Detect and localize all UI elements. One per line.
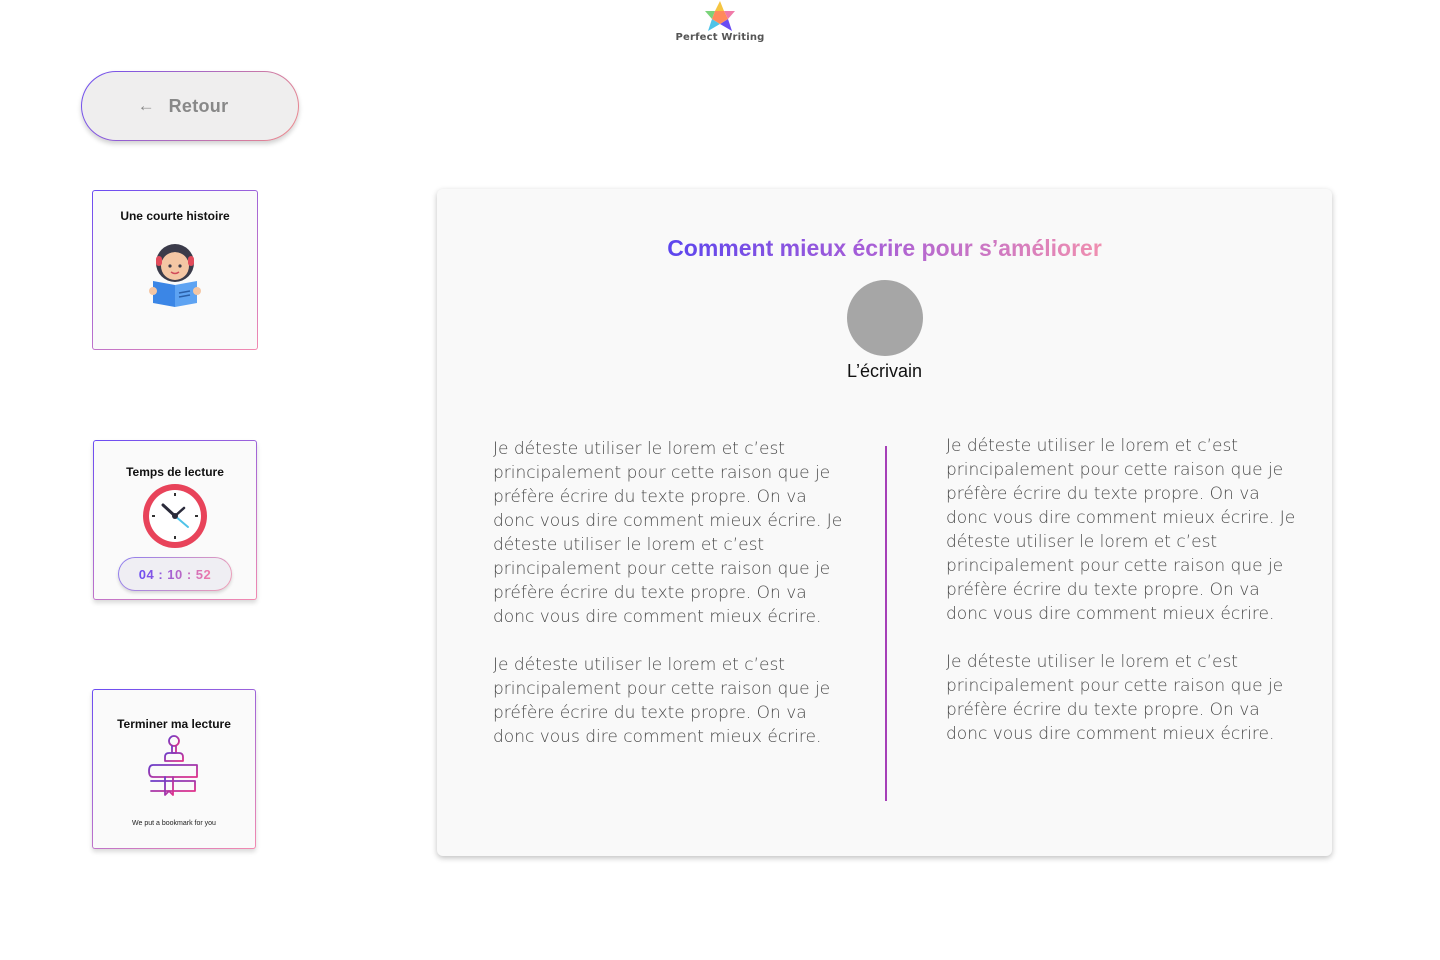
- reading-time-card: Temps de lecture 04 : 10 : 52: [93, 440, 257, 600]
- paragraph: Je déteste utiliser le lorem et c’est pr…: [946, 652, 1284, 744]
- short-story-card[interactable]: Une courte histoire: [92, 190, 258, 350]
- reading-time-title: Temps de lecture: [126, 465, 224, 479]
- reading-timer: 04 : 10 : 52: [118, 557, 232, 591]
- clock-icon: [143, 484, 207, 548]
- reading-girl-icon: [149, 244, 201, 307]
- back-button-label: Retour: [168, 95, 229, 116]
- article-card: Comment mieux écrire pour s’améliorer L’…: [437, 189, 1332, 856]
- paragraph: Je déteste utiliser le lorem et c’est pr…: [493, 439, 843, 627]
- logo[interactable]: Perfect Writing: [670, 0, 770, 50]
- timer-value: 04 : 10 : 52: [138, 566, 212, 582]
- stamp-books-icon: [148, 735, 198, 796]
- paragraph: Je déteste utiliser le lorem et c’est pr…: [946, 436, 1296, 624]
- article-title-text: Comment mieux écrire pour s’améliorer: [667, 235, 1102, 261]
- article-title: Comment mieux écrire pour s’améliorer: [437, 235, 1332, 262]
- article-column-right: Je déteste utiliser le lorem et c’est pr…: [946, 434, 1296, 770]
- logo-text: Perfect Writing: [675, 32, 765, 43]
- author-name: L’écrivain: [846, 361, 923, 381]
- author-avatar[interactable]: [847, 280, 923, 356]
- column-divider: [885, 446, 887, 801]
- paragraph: Je déteste utiliser le lorem et c’est pr…: [493, 655, 831, 747]
- arrow-left-icon: ←: [137, 96, 155, 115]
- back-button[interactable]: ← Retour: [81, 71, 299, 141]
- finish-reading-title: Terminer ma lecture: [117, 717, 231, 731]
- finish-reading-card[interactable]: Terminer ma lecture We put a bookmark fo…: [92, 689, 256, 849]
- bookmark-note: We put a bookmark for you: [132, 820, 216, 827]
- star-logo-icon: [705, 1, 735, 31]
- short-story-title: Une courte histoire: [120, 209, 230, 223]
- article-column-left: Je déteste utiliser le lorem et c’est pr…: [493, 437, 843, 773]
